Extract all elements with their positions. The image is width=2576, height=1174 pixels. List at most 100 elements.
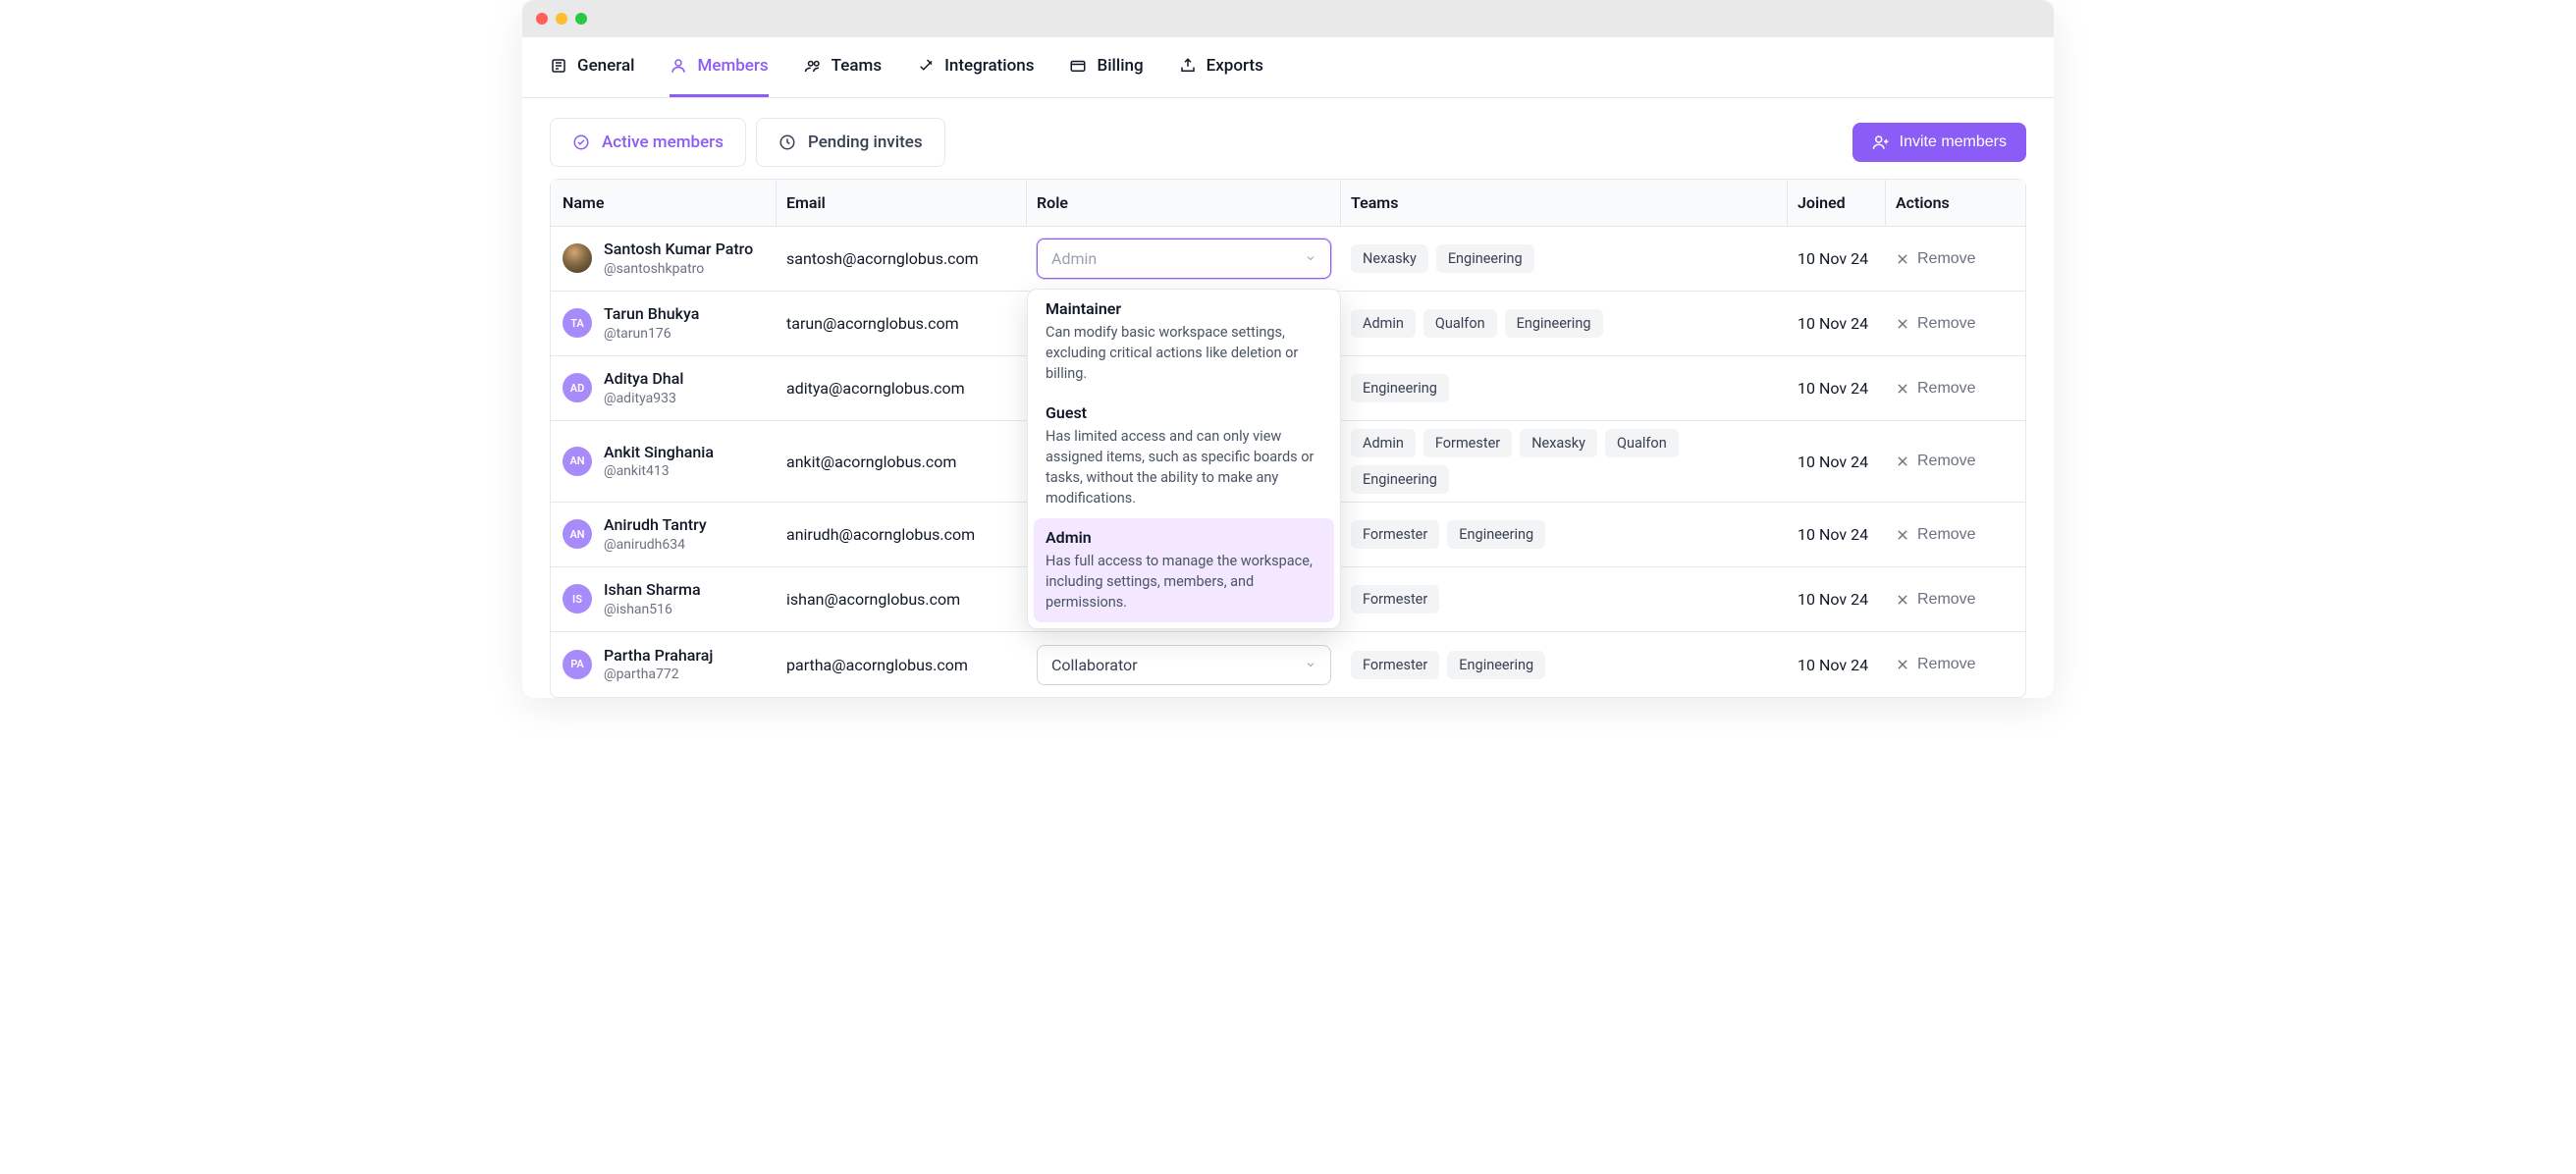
team-tag: Qualfon bbox=[1605, 429, 1679, 457]
nav-item-integrations[interactable]: Integrations bbox=[917, 37, 1034, 97]
member-email: santosh@acornglobus.com bbox=[777, 241, 1027, 276]
subtab-label: Pending invites bbox=[808, 133, 923, 152]
column-header-actions: Actions bbox=[1886, 180, 2023, 226]
window-close-dot[interactable] bbox=[536, 13, 548, 25]
role-option-admin[interactable]: Admin Has full access to manage the works… bbox=[1034, 518, 1334, 622]
table-header: NameEmailRoleTeamsJoinedActions bbox=[551, 180, 2025, 227]
member-joined: 10 Nov 24 bbox=[1788, 648, 1886, 682]
member-handle: @aditya933 bbox=[604, 390, 683, 407]
nav-item-members[interactable]: Members bbox=[670, 37, 768, 97]
member-email: aditya@acornglobus.com bbox=[777, 371, 1027, 405]
team-tag: Engineering bbox=[1351, 465, 1449, 494]
member-name: Aditya Dhal bbox=[604, 369, 683, 390]
clock-icon bbox=[778, 133, 796, 151]
close-icon bbox=[1896, 593, 1909, 607]
team-tag: Admin bbox=[1351, 309, 1416, 338]
avatar: AN bbox=[563, 447, 592, 476]
subtab-pending-invites[interactable]: Pending invites bbox=[756, 118, 945, 167]
subtab-active-members[interactable]: Active members bbox=[550, 118, 746, 167]
member-handle: @anirudh634 bbox=[604, 536, 707, 554]
member-joined: 10 Nov 24 bbox=[1788, 517, 1886, 552]
nav-item-exports[interactable]: Exports bbox=[1179, 37, 1263, 97]
remove-label: Remove bbox=[1917, 656, 1976, 673]
member-teams: Formester Engineering bbox=[1341, 512, 1788, 557]
member-name: Ankit Singhania bbox=[604, 443, 714, 463]
nav-item-label: Teams bbox=[832, 56, 882, 76]
exports-icon bbox=[1179, 57, 1197, 75]
team-tag: Nexasky bbox=[1351, 244, 1428, 273]
member-handle: @ishan516 bbox=[604, 601, 701, 618]
member-name: Santosh Kumar Patro bbox=[604, 240, 753, 260]
team-tag: Formester bbox=[1423, 429, 1512, 457]
nav-item-teams[interactable]: Teams bbox=[804, 37, 882, 97]
invite-members-button[interactable]: Invite members bbox=[1852, 123, 2026, 162]
nav-item-label: Integrations bbox=[944, 56, 1034, 76]
settings-nav: General Members Teams Integrations Billing Ex… bbox=[522, 37, 2054, 98]
window-titlebar bbox=[522, 0, 2054, 37]
nav-item-billing[interactable]: Billing bbox=[1069, 37, 1143, 97]
remove-label: Remove bbox=[1917, 591, 1976, 609]
member-joined: 10 Nov 24 bbox=[1788, 306, 1886, 341]
team-tag: Engineering bbox=[1436, 244, 1534, 273]
team-tag: Engineering bbox=[1447, 520, 1545, 549]
member-teams: Formester bbox=[1341, 577, 1788, 621]
window-maximize-dot[interactable] bbox=[575, 13, 587, 25]
role-option-title: Guest bbox=[1046, 403, 1322, 422]
window-minimize-dot[interactable] bbox=[556, 13, 567, 25]
member-joined: 10 Nov 24 bbox=[1788, 582, 1886, 616]
column-header-joined: Joined bbox=[1788, 180, 1886, 226]
table-row: PAPartha Praharaj@partha772partha@acorng… bbox=[551, 632, 2025, 697]
billing-icon bbox=[1069, 57, 1087, 75]
table-row: Santosh Kumar Patro@santoshkpatrosantosh… bbox=[551, 227, 2025, 292]
member-email: partha@acornglobus.com bbox=[777, 648, 1027, 682]
member-handle: @tarun176 bbox=[604, 325, 699, 343]
member-name: Partha Praharaj bbox=[604, 646, 713, 667]
nav-item-label: Billing bbox=[1097, 56, 1143, 76]
invite-members-label: Invite members bbox=[1900, 133, 2007, 151]
column-header-email: Email bbox=[777, 180, 1027, 226]
role-option-title: Admin bbox=[1046, 528, 1322, 547]
member-teams: Engineering bbox=[1341, 366, 1788, 410]
team-tag: Nexasky bbox=[1520, 429, 1597, 457]
remove-button[interactable]: Remove bbox=[1896, 380, 1976, 398]
team-tag: Formester bbox=[1351, 520, 1439, 549]
remove-button[interactable]: Remove bbox=[1896, 656, 1976, 673]
role-option-guest[interactable]: Guest Has limited access and can only vie… bbox=[1034, 394, 1334, 518]
remove-button[interactable]: Remove bbox=[1896, 250, 1976, 268]
remove-label: Remove bbox=[1917, 526, 1976, 544]
avatar: TA bbox=[563, 308, 592, 338]
remove-button[interactable]: Remove bbox=[1896, 591, 1976, 609]
member-teams: FormesterEngineering bbox=[1341, 643, 1788, 687]
teams-icon bbox=[804, 57, 822, 75]
team-tag: Engineering bbox=[1505, 309, 1603, 338]
role-select[interactable]: Admin bbox=[1037, 239, 1331, 279]
close-icon bbox=[1896, 252, 1909, 266]
member-email: tarun@acornglobus.com bbox=[777, 306, 1027, 341]
remove-button[interactable]: Remove bbox=[1896, 526, 1976, 544]
column-header-role: Role bbox=[1027, 180, 1341, 226]
team-tag: Qualfon bbox=[1423, 309, 1497, 338]
remove-button[interactable]: Remove bbox=[1896, 453, 1976, 470]
nav-item-general[interactable]: General bbox=[550, 37, 634, 97]
team-tag: Formester bbox=[1351, 651, 1439, 679]
members-subtabs: Active members Pending invites bbox=[550, 118, 945, 167]
team-tag: Formester bbox=[1351, 585, 1439, 614]
member-joined: 10 Nov 24 bbox=[1788, 371, 1886, 405]
role-option-desc: Has full access to manage the workspace,… bbox=[1046, 551, 1322, 613]
member-email: anirudh@acornglobus.com bbox=[777, 517, 1027, 552]
close-icon bbox=[1896, 658, 1909, 671]
role-select-value: Collaborator bbox=[1051, 656, 1138, 674]
role-option-maintainer[interactable]: MaintainerCan modify basic workspace set… bbox=[1034, 295, 1334, 394]
member-name: Tarun Bhukya bbox=[604, 304, 699, 325]
member-teams: AdminFormester Nexasky Qualfon Engineering bbox=[1341, 421, 1788, 502]
avatar: IS bbox=[563, 584, 592, 614]
member-handle: @ankit413 bbox=[604, 462, 714, 480]
remove-button[interactable]: Remove bbox=[1896, 315, 1976, 333]
close-icon bbox=[1896, 528, 1909, 542]
role-option-desc: Has limited access and can only view ass… bbox=[1046, 426, 1322, 508]
team-tag: Admin bbox=[1351, 429, 1416, 457]
member-teams: AdminQualfon Engineering bbox=[1341, 301, 1788, 346]
column-header-name: Name bbox=[551, 180, 777, 226]
member-joined: 10 Nov 24 bbox=[1788, 445, 1886, 479]
role-select[interactable]: Collaborator bbox=[1037, 645, 1331, 685]
